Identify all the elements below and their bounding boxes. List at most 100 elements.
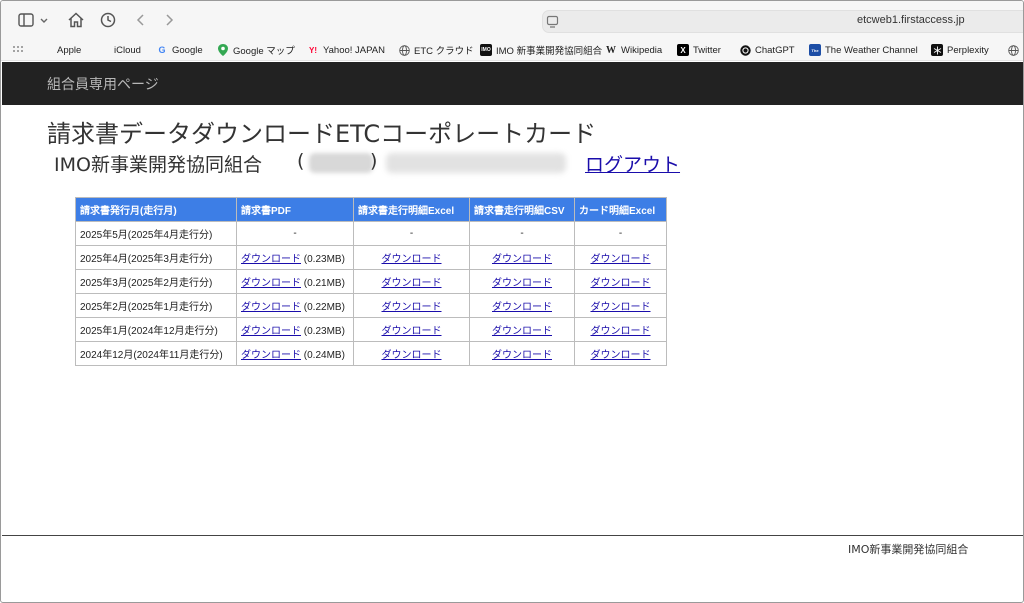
card-download-link[interactable]: ダウンロード xyxy=(591,350,651,361)
bookmark-label: The Weather Channel xyxy=(825,44,918,56)
bookmark-label: Google xyxy=(172,44,203,56)
header-csv: 請求書走行明細CSV xyxy=(469,197,575,222)
pdf-cell: ダウンロード (0.24MB) xyxy=(236,341,354,366)
pdf-cell: ダウンロード (0.22MB) xyxy=(236,293,354,318)
card-download-link[interactable]: ダウンロード xyxy=(591,326,651,337)
history-icon[interactable] xyxy=(98,10,118,30)
bookmark-apple[interactable]: Apple xyxy=(41,42,81,58)
bookmark-chatgpt[interactable]: ChatGPT xyxy=(739,42,795,58)
bookmark-label: Apple xyxy=(57,44,82,56)
bookmark-label: iCloud xyxy=(114,44,141,56)
apple-icon xyxy=(41,44,53,56)
bookmark-perplexity[interactable]: Perplexity xyxy=(931,42,989,58)
csv-download-link[interactable]: ダウンロード xyxy=(492,326,552,337)
excel-cell: ダウンロード xyxy=(353,341,470,366)
invoice-table: 請求書発行月(走行月) 請求書PDF 請求書走行明細Excel 請求書走行明細C… xyxy=(75,197,667,366)
csv-download-link[interactable]: ダウンロード xyxy=(492,254,552,265)
sidebar-toggle-icon[interactable] xyxy=(16,10,36,30)
apple-icon xyxy=(98,44,110,56)
footer-divider xyxy=(2,535,1023,536)
excel-download-link[interactable]: ダウンロード xyxy=(382,302,442,313)
csv-cell: - xyxy=(469,221,575,246)
header-excel: 請求書走行明細Excel xyxy=(353,197,470,222)
pdf-download-link[interactable]: ダウンロード xyxy=(241,302,301,313)
pdf-cell: ダウンロード (0.23MB) xyxy=(236,245,354,270)
card-cell: ダウンロード xyxy=(574,341,667,366)
bookmark-label: Wikipedia xyxy=(621,44,663,56)
page-settings-icon[interactable] xyxy=(546,14,559,28)
bookmark-yahoo[interactable]: Y! Yahoo! JAPAN xyxy=(307,42,385,58)
csv-download-link[interactable]: ダウンロード xyxy=(492,350,552,361)
wikipedia-icon: W xyxy=(606,44,616,56)
bookmark-overflow[interactable] xyxy=(1007,42,1023,58)
home-icon[interactable] xyxy=(66,10,86,30)
navbar-title[interactable]: 組合員専用ページ xyxy=(47,74,159,94)
browser-toolbar: etcweb1.firstaccess.jp xyxy=(1,1,1023,39)
card-cell: ダウンロード xyxy=(574,245,667,270)
bookmark-google[interactable]: G Google xyxy=(156,42,203,58)
month-cell: 2025年4月(2025年3月走行分) xyxy=(75,245,237,270)
bookmark-imo[interactable]: IMO IMO 新事業開発協同組合 xyxy=(480,42,602,58)
excel-download-link[interactable]: ダウンロード xyxy=(382,326,442,337)
weather-icon: The xyxy=(809,44,821,56)
bookmark-label: ChatGPT xyxy=(755,44,795,56)
excel-cell: ダウンロード xyxy=(353,317,470,342)
imo-icon: IMO xyxy=(480,44,492,56)
paren-close: ) xyxy=(370,150,378,172)
footer-text: IMO新事業開発協同組合 xyxy=(848,543,969,556)
bookmark-label: ETC クラウド xyxy=(414,46,474,57)
bookmark-google-maps[interactable]: Google マップ xyxy=(217,42,295,58)
month-cell: 2025年5月(2025年4月走行分) xyxy=(75,221,237,246)
pdf-download-link[interactable]: ダウンロード xyxy=(241,326,301,337)
site-navbar: 組合員専用ページ xyxy=(2,62,1023,105)
month-cell: 2025年2月(2025年1月走行分) xyxy=(75,293,237,318)
card-download-link[interactable]: ダウンロード xyxy=(591,254,651,265)
pdf-download-link[interactable]: ダウンロード xyxy=(241,254,301,265)
month-cell: 2025年1月(2024年12月走行分) xyxy=(75,317,237,342)
perplexity-icon xyxy=(931,44,943,56)
card-download-link[interactable]: ダウンロード xyxy=(591,302,651,313)
csv-cell: ダウンロード xyxy=(469,269,575,294)
bookmark-wikipedia[interactable]: W Wikipedia xyxy=(605,42,662,58)
bookmark-etc-cloud[interactable]: ETC クラウド xyxy=(398,42,474,58)
excel-cell: ダウンロード xyxy=(353,293,470,318)
pdf-download-link[interactable]: ダウンロード xyxy=(241,278,301,289)
csv-download-link[interactable]: ダウンロード xyxy=(492,278,552,289)
browser-window: etcweb1.firstaccess.jp Apple iCloud G Goo… xyxy=(0,0,1024,603)
organization-name: IMO新事業開発協同組合 xyxy=(54,154,262,176)
forward-icon[interactable] xyxy=(159,10,179,30)
csv-cell: ダウンロード xyxy=(469,341,575,366)
excel-download-link[interactable]: ダウンロード xyxy=(382,350,442,361)
csv-download-link[interactable]: ダウンロード xyxy=(492,302,552,313)
logout-link[interactable]: ログアウト xyxy=(585,150,680,177)
table-row: 2025年1月(2024年12月走行分) ダウンロード (0.23MB) ダウン… xyxy=(75,317,667,342)
globe-icon xyxy=(1007,44,1019,56)
csv-cell: ダウンロード xyxy=(469,245,575,270)
pdf-size: (0.21MB) xyxy=(303,278,345,289)
redacted-member-name xyxy=(386,153,566,173)
pdf-download-link[interactable]: ダウンロード xyxy=(241,350,301,361)
header-month: 請求書発行月(走行月) xyxy=(75,197,237,222)
redacted-member-id xyxy=(309,153,373,173)
card-download-link[interactable]: ダウンロード xyxy=(591,278,651,289)
paren-open: ( xyxy=(297,150,305,172)
excel-download-link[interactable]: ダウンロード xyxy=(382,278,442,289)
bookmarks-bar: Apple iCloud G Google Google マップ Y! Yahoo!… xyxy=(1,39,1023,61)
bookmark-icloud[interactable]: iCloud xyxy=(98,42,141,58)
excel-download-link[interactable]: ダウンロード xyxy=(382,254,442,265)
apps-grid-icon[interactable] xyxy=(12,42,24,58)
excel-cell: ダウンロード xyxy=(353,245,470,270)
page-title: 請求書データダウンロードETCコーポレートカード xyxy=(47,120,597,148)
back-icon[interactable] xyxy=(131,10,151,30)
pdf-cell: - xyxy=(236,221,354,246)
card-cell: ダウンロード xyxy=(574,317,667,342)
address-url[interactable]: etcweb1.firstaccess.jp xyxy=(857,14,965,26)
google-icon: G xyxy=(158,45,166,55)
csv-cell: ダウンロード xyxy=(469,293,575,318)
bookmark-twitter[interactable]: X Twitter xyxy=(677,42,721,58)
table-row: 2025年4月(2025年3月走行分) ダウンロード (0.23MB) ダウンロ… xyxy=(75,245,667,270)
month-cell: 2025年3月(2025年2月走行分) xyxy=(75,269,237,294)
csv-cell: ダウンロード xyxy=(469,317,575,342)
bookmark-weather[interactable]: The The Weather Channel xyxy=(809,42,918,58)
chevron-down-icon[interactable] xyxy=(38,10,50,30)
